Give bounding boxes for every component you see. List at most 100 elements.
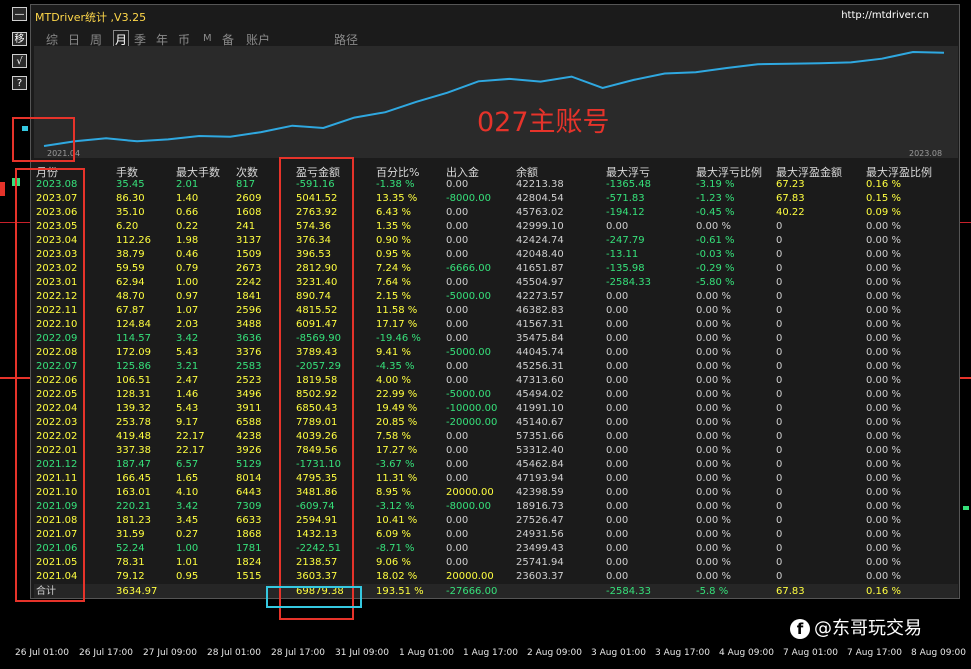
minimize-button[interactable]: — <box>12 7 27 21</box>
table-cell-lots: 48.70 <box>116 291 145 302</box>
table-cell-max-float-profit: 0 <box>776 291 783 302</box>
table-cell-max-float-profit: 0 <box>776 487 783 498</box>
table-cell-max-float-profit: 67.83 <box>776 193 805 204</box>
header-percent: 百分比% <box>376 166 420 179</box>
table-cell-max-lots: 0.95 <box>176 571 199 582</box>
table-cell-max-float-profit-pct: 0.00 % <box>866 305 901 316</box>
account-annotation: 027主账号 <box>477 107 610 138</box>
table-cell-count: 1608 <box>236 207 262 218</box>
table-cell-max-float-loss-pct: 0.00 % <box>696 557 731 568</box>
table-cell-max-float-profit-pct: 0.00 % <box>866 333 901 344</box>
table-cell-count: 2596 <box>236 305 262 316</box>
table-cell-max-float-loss-pct: -0.45 % <box>696 207 735 218</box>
table-cell-deposit-withdraw: 0.00 <box>446 221 469 232</box>
table-cell-percent: 20.85 % <box>376 417 418 428</box>
time-axis-label: 7 Aug 01:00 <box>783 648 838 658</box>
move-button[interactable]: 移 <box>12 32 27 46</box>
table-cell-deposit-withdraw: -8000.00 <box>446 193 491 204</box>
table-cell-lots: 172.09 <box>116 347 151 358</box>
table-cell-max-float-profit: 0 <box>776 445 783 456</box>
table-cell-max-float-loss: 0.00 <box>606 375 629 386</box>
table-cell-max-float-loss-pct: 0.00 % <box>696 375 731 386</box>
table-cell-deposit-withdraw: -5000.00 <box>446 291 491 302</box>
table-cell-count: 1509 <box>236 249 262 260</box>
table-cell-lots: 337.38 <box>116 445 151 456</box>
table-cell-max-float-profit-pct: 0.00 % <box>866 445 901 456</box>
table-cell-deposit-withdraw: 0.00 <box>446 305 469 316</box>
table-cell-percent: 7.64 % <box>376 277 411 288</box>
table-cell-deposit-withdraw: 0.00 <box>446 375 469 386</box>
table-cell-balance: 42424.74 <box>516 235 564 246</box>
table-cell-count: 2583 <box>236 361 262 372</box>
table-cell-deposit-withdraw: 0.00 <box>446 431 469 442</box>
tab-magic[interactable]: M <box>203 33 212 44</box>
table-cell-count: 2673 <box>236 263 262 274</box>
table-cell-max-float-loss-pct: 0.00 % <box>696 543 731 554</box>
table-cell-lots: 86.30 <box>116 193 145 204</box>
table-cell-count: 3496 <box>236 389 262 400</box>
watermark-text: @东哥玩交易 <box>814 618 922 639</box>
time-axis-label: 27 Jul 09:00 <box>143 648 197 658</box>
table-cell-max-float-profit: 0 <box>776 333 783 344</box>
total-cell-deposit-withdraw: -27666.00 <box>446 586 498 597</box>
header-max-float-profit: 最大浮盈金额 <box>776 166 842 179</box>
table-cell-max-float-profit: 0 <box>776 501 783 512</box>
table-cell-max-float-loss-pct: 0.00 % <box>696 319 731 330</box>
table-cell-max-float-loss-pct: -5.80 % <box>696 277 735 288</box>
table-cell-max-float-loss-pct: 0.00 % <box>696 361 731 372</box>
table-cell-balance: 42213.38 <box>516 179 564 190</box>
header-max-float-loss-pct: 最大浮亏比例 <box>696 166 762 179</box>
table-cell-max-float-profit: 0 <box>776 361 783 372</box>
table-cell-percent: -1.38 % <box>376 179 415 190</box>
table-cell-max-float-loss: 0.00 <box>606 501 629 512</box>
table-cell-balance: 45462.84 <box>516 459 564 470</box>
table-cell-percent: -4.35 % <box>376 361 415 372</box>
table-cell-max-float-profit: 0 <box>776 389 783 400</box>
table-cell-lots: 220.21 <box>116 501 151 512</box>
table-cell-max-float-profit-pct: 0.00 % <box>866 291 901 302</box>
table-cell-max-lots: 1.01 <box>176 557 199 568</box>
time-axis-label: 8 Aug 09:00 <box>911 648 966 658</box>
table-cell-deposit-withdraw: 0.00 <box>446 179 469 190</box>
header-max-float-profit-pct: 最大浮盈比例 <box>866 166 932 179</box>
table-cell-lots: 125.86 <box>116 361 151 372</box>
table-cell-max-float-loss-pct: -3.19 % <box>696 179 735 190</box>
table-cell-max-float-loss-pct: 0.00 % <box>696 445 731 456</box>
table-cell-percent: 22.99 % <box>376 389 418 400</box>
help-button[interactable]: ? <box>12 76 27 90</box>
table-cell-max-float-loss-pct: 0.00 % <box>696 515 731 526</box>
table-cell-max-lots: 3.42 <box>176 333 199 344</box>
table-cell-lots: 128.31 <box>116 389 151 400</box>
table-cell-deposit-withdraw: 0.00 <box>446 557 469 568</box>
website-link[interactable]: http://mtdriver.cn <box>841 10 929 21</box>
table-cell-max-float-loss: 0.00 <box>606 529 629 540</box>
facebook-icon: f <box>790 619 810 639</box>
table-cell-max-float-profit-pct: 0.00 % <box>866 319 901 330</box>
annotation-box-pnl-column <box>279 157 354 620</box>
table-cell-max-float-loss: 0.00 <box>606 557 629 568</box>
time-axis-label: 3 Aug 01:00 <box>591 648 646 658</box>
table-cell-deposit-withdraw: -6666.00 <box>446 263 491 274</box>
table-cell-percent: -3.12 % <box>376 501 415 512</box>
table-cell-max-lots: 1.98 <box>176 235 199 246</box>
table-cell-max-float-loss: 0.00 <box>606 319 629 330</box>
table-cell-max-float-loss: 0.00 <box>606 417 629 428</box>
table-cell-percent: 9.06 % <box>376 557 411 568</box>
candle-marker <box>0 182 5 196</box>
watermark: f @东哥玩交易 <box>790 614 922 640</box>
table-cell-max-float-profit-pct: 0.00 % <box>866 515 901 526</box>
table-cell-max-float-loss: -135.98 <box>606 263 645 274</box>
candle-marker <box>963 506 969 510</box>
table-cell-max-float-profit: 0 <box>776 347 783 358</box>
table-cell-max-float-profit: 0 <box>776 473 783 484</box>
table-cell-max-float-loss: -2584.33 <box>606 277 651 288</box>
table-cell-percent: 1.35 % <box>376 221 411 232</box>
table-cell-balance: 47313.60 <box>516 375 564 386</box>
table-cell-balance: 42048.40 <box>516 249 564 260</box>
confirm-button[interactable]: √ <box>12 54 27 68</box>
table-cell-max-float-loss-pct: 0.00 % <box>696 571 731 582</box>
table-cell-max-float-loss: 0.00 <box>606 487 629 498</box>
table-cell-balance: 45763.02 <box>516 207 564 218</box>
table-cell-max-float-profit: 0 <box>776 529 783 540</box>
table-cell-count: 1781 <box>236 543 262 554</box>
